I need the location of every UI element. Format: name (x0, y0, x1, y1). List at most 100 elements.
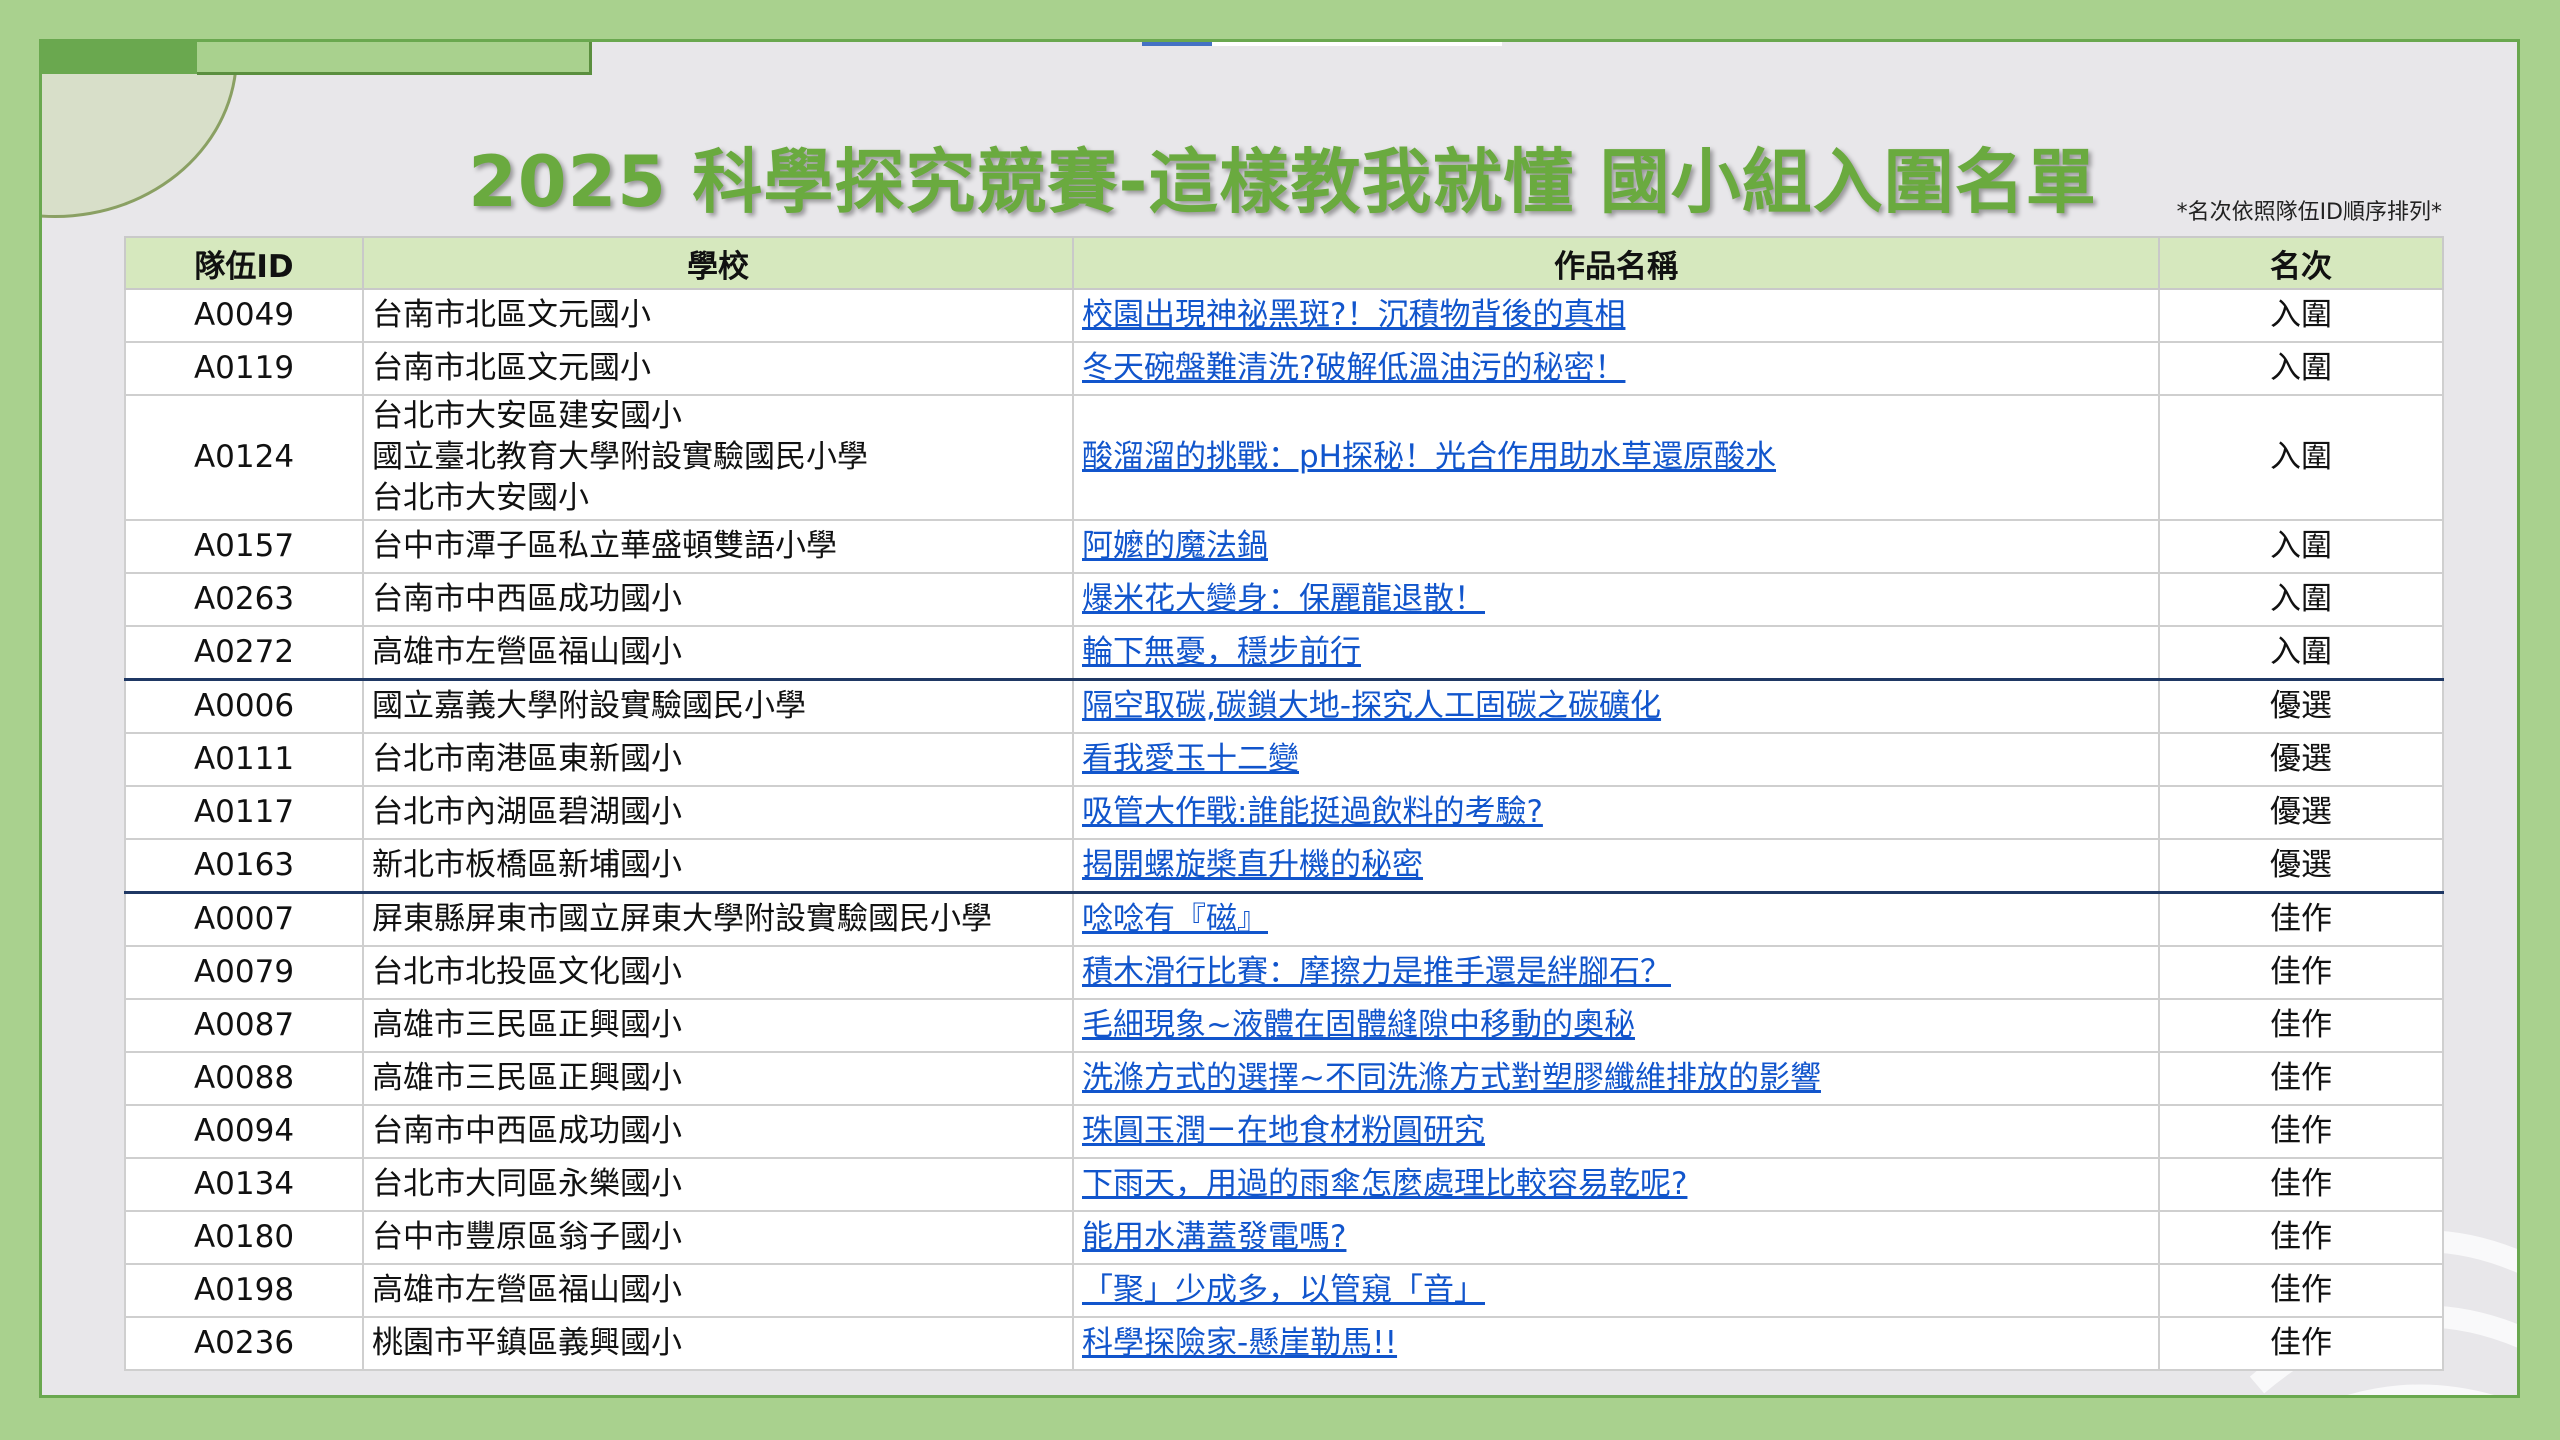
table-row: A0157 台中市潭子區私立華盛頓雙語小學 阿嬤的魔法鍋 入圍 (124, 519, 2444, 574)
work-title-link[interactable]: 吸管大作戰:誰能挺過飲料的考驗? (1082, 794, 1543, 830)
rank-cell: 優選 (2158, 785, 2444, 840)
rank-cell: 入圍 (2158, 572, 2444, 627)
school-cell: 高雄市三民區正興國小 (362, 1051, 1074, 1106)
table-row: A0079 台北市北投區文化國小 積木滑行比賽：摩擦力是推手還是絆腳石？ 佳作 (124, 945, 2444, 1000)
ordering-note: *名次依照隊伍ID順序排列* (2176, 200, 2442, 225)
work-title-cell: 積木滑行比賽：摩擦力是推手還是絆腳石？ (1072, 945, 2160, 1000)
rank-cell: 佳作 (2158, 1051, 2444, 1106)
table-row: A0088 高雄市三民區正興國小 洗滌方式的選擇~不同洗滌方式對塑膠纖維排放的影響 佳… (124, 1051, 2444, 1106)
work-title-link[interactable]: 毛細現象~液體在固體縫隙中移動的奧秘 (1082, 1007, 1635, 1043)
work-title-link[interactable]: 唸唸有『磁』 (1082, 901, 1268, 937)
rank-cell: 優選 (2158, 678, 2444, 734)
team-id-cell: A0134 (124, 1157, 364, 1212)
work-title-link[interactable]: 揭開螺旋槳直升機的秘密 (1082, 847, 1423, 883)
school-name: 台北市大安區建安國小 (372, 398, 682, 434)
slide: 2025 科學探究競賽-這樣教我就懂 國小組入圍名單 *名次依照隊伍ID順序排列… (39, 39, 2520, 1398)
school-cell: 台北市南港區東新國小 (362, 732, 1074, 787)
work-title-link[interactable]: 科學探險家-懸崖勒馬!! (1082, 1325, 1397, 1361)
team-id-cell: A0079 (124, 945, 364, 1000)
work-title-link[interactable]: 冬天碗盤難清洗?破解低溫油污的秘密！ (1082, 350, 1625, 386)
school-name: 台南市中西區成功國小 (372, 581, 682, 617)
team-id-cell: A0117 (124, 785, 364, 840)
finalist-table: 隊伍ID 學校 作品名稱 名次 A0049 台南市北區文元國小 校園出現神祕黑斑?！… (124, 236, 2444, 1371)
school-cell: 新北市板橋區新埔國小 (362, 838, 1074, 894)
column-header-rank: 名次 (2158, 236, 2444, 290)
school-name: 高雄市左營區福山國小 (372, 1272, 682, 1308)
table-header-row: 隊伍ID 學校 作品名稱 名次 (124, 236, 2444, 290)
table-row: A0087 高雄市三民區正興國小 毛細現象~液體在固體縫隙中移動的奧秘 佳作 (124, 998, 2444, 1053)
school-name: 台南市中西區成功國小 (372, 1113, 682, 1149)
rank-cell: 入圍 (2158, 625, 2444, 681)
work-title-link[interactable]: 洗滌方式的選擇~不同洗滌方式對塑膠纖維排放的影響 (1082, 1060, 1821, 1096)
work-title-link[interactable]: 珠圓玉潤ㄧ在地食材粉圓研究 (1082, 1113, 1485, 1149)
work-title-link[interactable]: 酸溜溜的挑戰：pH探秘！光合作用助水草還原酸水 (1082, 439, 1776, 475)
table-row: A0049 台南市北區文元國小 校園出現神祕黑斑?！沉積物背後的真相 入圍 (124, 288, 2444, 343)
school-name: 台南市北區文元國小 (372, 297, 651, 333)
rank-cell: 佳作 (2158, 998, 2444, 1053)
rank-cell: 入圍 (2158, 341, 2444, 396)
work-title-link[interactable]: 阿嬤的魔法鍋 (1082, 528, 1268, 564)
school-name: 高雄市三民區正興國小 (372, 1060, 682, 1096)
rank-cell: 佳作 (2158, 945, 2444, 1000)
work-title-link[interactable]: 能用水溝蓋發電嗎? (1082, 1219, 1346, 1255)
corner-decoration-bar-light (197, 42, 592, 75)
team-id-cell: A0111 (124, 732, 364, 787)
school-name: 高雄市三民區正興國小 (372, 1007, 682, 1043)
table-row: A0236 桃園市平鎮區義興國小 科學探險家-懸崖勒馬!! 佳作 (124, 1316, 2444, 1371)
team-id-cell: A0163 (124, 838, 364, 894)
team-id-cell: A0157 (124, 519, 364, 574)
table-row: A0119 台南市北區文元國小 冬天碗盤難清洗?破解低溫油污的秘密！ 入圍 (124, 341, 2444, 396)
rank-cell: 佳作 (2158, 1210, 2444, 1265)
school-cell: 台中市潭子區私立華盛頓雙語小學 (362, 519, 1074, 574)
work-title-cell: 唸唸有『磁』 (1072, 891, 2160, 947)
school-name: 台北市南港區東新國小 (372, 741, 682, 777)
team-id-cell: A0272 (124, 625, 364, 681)
rank-cell: 入圍 (2158, 519, 2444, 574)
school-name: 台北市北投區文化國小 (372, 954, 682, 990)
work-title-link[interactable]: 下雨天，用過的雨傘怎麼處理比較容易乾呢? (1082, 1166, 1687, 1202)
work-title-cell: 校園出現神祕黑斑?！沉積物背後的真相 (1072, 288, 2160, 343)
school-cell: 桃園市平鎮區義興國小 (362, 1316, 1074, 1371)
work-title-link[interactable]: 「聚」少成多，以管窺「音」 (1082, 1272, 1485, 1308)
team-id-cell: A0087 (124, 998, 364, 1053)
table-row: A0134 台北市大同區永樂國小 下雨天，用過的雨傘怎麼處理比較容易乾呢? 佳作 (124, 1157, 2444, 1212)
table-row: A0117 台北市內湖區碧湖國小 吸管大作戰:誰能挺過飲料的考驗? 優選 (124, 785, 2444, 840)
rank-cell: 佳作 (2158, 1157, 2444, 1212)
school-cell: 台北市大安區建安國小 國立臺北教育大學附設實驗國民小學 台北市大安國小 (362, 394, 1074, 521)
team-id-cell: A0006 (124, 678, 364, 734)
column-header-team-id: 隊伍ID (124, 236, 364, 290)
work-title-cell: 隔空取碳,碳鎖大地-探究人工固碳之碳礦化 (1072, 678, 2160, 734)
rank-cell: 佳作 (2158, 1263, 2444, 1318)
school-cell: 高雄市左營區福山國小 (362, 1263, 1074, 1318)
corner-decoration-bar-dark (42, 42, 197, 74)
work-title-cell: 科學探險家-懸崖勒馬!! (1072, 1316, 2160, 1371)
work-title-link[interactable]: 隔空取碳,碳鎖大地-探究人工固碳之碳礦化 (1082, 688, 1661, 724)
work-title-link[interactable]: 爆米花大變身：保麗龍退散！ (1082, 581, 1485, 617)
school-cell: 台中市豐原區翁子國小 (362, 1210, 1074, 1265)
work-title-link[interactable]: 校園出現神祕黑斑?！沉積物背後的真相 (1082, 297, 1625, 333)
table-row: A0263 台南市中西區成功國小 爆米花大變身：保麗龍退散！ 入圍 (124, 572, 2444, 627)
school-name: 台中市潭子區私立華盛頓雙語小學 (372, 528, 837, 564)
work-title-cell: 珠圓玉潤ㄧ在地食材粉圓研究 (1072, 1104, 2160, 1159)
table-row: A0007 屏東縣屏東市國立屏東大學附設實驗國民小學 唸唸有『磁』 佳作 (124, 891, 2444, 947)
top-accent-line (1142, 42, 1502, 46)
school-cell: 台南市中西區成功國小 (362, 1104, 1074, 1159)
work-title-link[interactable]: 積木滑行比賽：摩擦力是推手還是絆腳石？ (1082, 954, 1671, 990)
rank-cell: 佳作 (2158, 1104, 2444, 1159)
table-row: A0006 國立嘉義大學附設實驗國民小學 隔空取碳,碳鎖大地-探究人工固碳之碳礦化 優… (124, 678, 2444, 734)
work-title-link[interactable]: 看我愛玉十二變 (1082, 741, 1299, 777)
rank-cell: 入圍 (2158, 394, 2444, 521)
work-title-cell: 看我愛玉十二變 (1072, 732, 2160, 787)
school-name: 國立嘉義大學附設實驗國民小學 (372, 688, 806, 724)
school-cell: 國立嘉義大學附設實驗國民小學 (362, 678, 1074, 734)
work-title-link[interactable]: 輪下無憂，穩步前行 (1082, 634, 1361, 670)
team-id-cell: A0049 (124, 288, 364, 343)
school-cell: 台北市大同區永樂國小 (362, 1157, 1074, 1212)
rank-cell: 佳作 (2158, 1316, 2444, 1371)
school-cell: 台南市中西區成功國小 (362, 572, 1074, 627)
work-title-cell: 冬天碗盤難清洗?破解低溫油污的秘密！ (1072, 341, 2160, 396)
rank-cell: 優選 (2158, 838, 2444, 894)
rank-cell: 佳作 (2158, 891, 2444, 947)
team-id-cell: A0088 (124, 1051, 364, 1106)
team-id-cell: A0236 (124, 1316, 364, 1371)
